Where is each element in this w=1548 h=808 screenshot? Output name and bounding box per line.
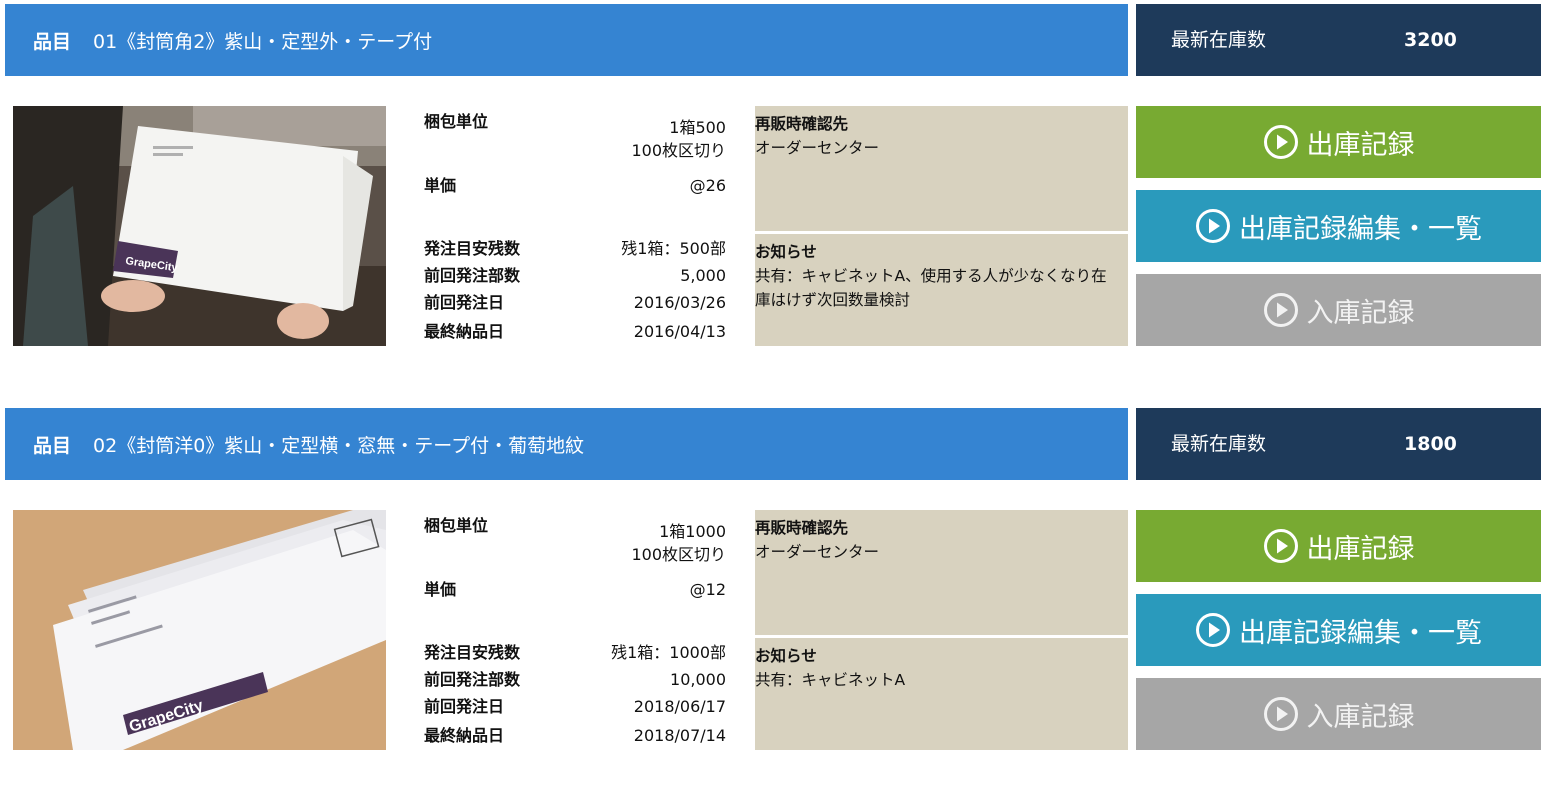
reorder-value: 残1箱：1000部 <box>611 643 726 662</box>
unit-price-value: @12 <box>689 580 726 599</box>
resale-contact-heading: 再販時確認先 <box>755 519 849 537</box>
stock-out-edit-list-button[interactable]: 出庫記録編集・一覧 <box>1136 594 1541 666</box>
last-order-qty-label: 前回発注部数 <box>424 266 521 285</box>
unit-price-label: 単価 <box>424 176 457 195</box>
stock-in-record-button[interactable]: 入庫記録 <box>1136 678 1541 750</box>
stock-out-edit-list-button[interactable]: 出庫記録編集・一覧 <box>1136 190 1541 262</box>
stock-in-record-button[interactable]: 入庫記録 <box>1136 274 1541 346</box>
product-title-label: 品目 <box>33 434 72 457</box>
last-delivery-label: 最終納品日 <box>424 322 505 341</box>
stock-value: 3200 <box>1404 29 1457 51</box>
resale-contact-text: オーダーセンター <box>755 139 880 157</box>
stock-label: 最新在庫数 <box>1171 29 1267 51</box>
stock-out-record-label: 出庫記録 <box>1306 533 1415 565</box>
product-title: 02《封筒洋0》紫山・定型横・窓無・テープ付・葡萄地紋 <box>93 434 585 457</box>
stock-out-edit-list-label: 出庫記録編集・一覧 <box>1239 617 1482 649</box>
pack-unit-label: 梱包単位 <box>424 516 489 535</box>
last-order-date-label: 前回発注日 <box>424 697 505 716</box>
unit-price-value: @26 <box>689 176 726 195</box>
last-delivery-value: 2016/04/13 <box>633 322 726 341</box>
stock-panel: 最新在庫数 3200 <box>1136 4 1541 76</box>
last-order-date-value: 2018/06/17 <box>633 697 726 716</box>
pack-unit-value: 1箱1000 <box>659 522 726 541</box>
stock-label: 最新在庫数 <box>1171 433 1267 455</box>
last-delivery-value: 2018/07/14 <box>633 726 726 745</box>
product-title: 01《封筒角2》紫山・定型外・テープ付 <box>93 30 433 53</box>
last-order-qty-value: 5,000 <box>680 266 726 285</box>
product-title-label: 品目 <box>33 30 72 53</box>
pack-unit-subvalue: 100枚区切り <box>631 141 726 160</box>
pack-unit-subvalue: 100枚区切り <box>631 545 726 564</box>
pack-unit-value: 1箱500 <box>669 118 726 137</box>
last-order-date-value: 2016/03/26 <box>633 293 726 312</box>
spec-table: 梱包単位 1箱1000 100枚区切り 単価 @12 発注目安残数 残1箱：10… <box>424 514 726 754</box>
play-circle-icon <box>1263 125 1298 159</box>
play-circle-icon <box>1263 697 1298 731</box>
last-delivery-label: 最終納品日 <box>424 726 505 745</box>
product-photo: GrapeCity <box>13 106 386 346</box>
play-circle-icon <box>1196 613 1230 647</box>
notice-heading: お知らせ <box>755 647 817 665</box>
unit-price-label: 単価 <box>424 580 457 599</box>
product-card-2: 品目 02《封筒洋0》紫山・定型横・窓無・テープ付・葡萄地紋 最新在庫数 180… <box>0 404 1548 808</box>
resale-contact-box: 再販時確認先 オーダーセンター <box>755 106 1128 231</box>
stock-panel: 最新在庫数 1800 <box>1136 408 1541 480</box>
product-title-bar: 品目 02《封筒洋0》紫山・定型横・窓無・テープ付・葡萄地紋 <box>5 408 1128 480</box>
play-circle-icon <box>1263 529 1298 563</box>
product-title-bar: 品目 01《封筒角2》紫山・定型外・テープ付 <box>5 4 1128 76</box>
resale-contact-box: 再販時確認先 オーダーセンター <box>755 510 1128 635</box>
notice-text: 共有：キャビネットA、使用する人が少なくなり在庫はけず次回数量検討 <box>755 267 1107 309</box>
pack-unit-label: 梱包単位 <box>424 112 489 131</box>
spec-table: 梱包単位 1箱500 100枚区切り 単価 @26 発注目安残数 残1箱：500… <box>424 110 726 350</box>
notice-heading: お知らせ <box>755 243 817 261</box>
play-circle-icon <box>1263 293 1298 327</box>
last-order-qty-value: 10,000 <box>670 670 726 689</box>
notice-text: 共有：キャビネットA <box>755 671 906 689</box>
last-order-qty-label: 前回発注部数 <box>424 670 521 689</box>
stock-out-record-button[interactable]: 出庫記録 <box>1136 510 1541 582</box>
resale-contact-text: オーダーセンター <box>755 543 880 561</box>
resale-contact-heading: 再販時確認先 <box>755 115 849 133</box>
product-photo: GrapeCity <box>13 510 386 750</box>
stock-out-record-label: 出庫記録 <box>1306 129 1415 161</box>
reorder-label: 発注目安残数 <box>424 239 521 258</box>
product-card-1: 品目 01《封筒角2》紫山・定型外・テープ付 最新在庫数 3200 GrapeC… <box>0 0 1548 404</box>
play-circle-icon <box>1196 209 1230 243</box>
stock-value: 1800 <box>1404 433 1457 455</box>
reorder-label: 発注目安残数 <box>424 643 521 662</box>
stock-in-record-label: 入庫記録 <box>1306 297 1415 329</box>
notice-box: お知らせ 共有：キャビネットA、使用する人が少なくなり在庫はけず次回数量検討 <box>755 234 1128 346</box>
stock-out-edit-list-label: 出庫記録編集・一覧 <box>1239 213 1482 245</box>
stock-out-record-button[interactable]: 出庫記録 <box>1136 106 1541 178</box>
last-order-date-label: 前回発注日 <box>424 293 505 312</box>
reorder-value: 残1箱：500部 <box>621 239 726 258</box>
stock-in-record-label: 入庫記録 <box>1306 701 1415 733</box>
notice-box: お知らせ 共有：キャビネットA <box>755 638 1128 750</box>
